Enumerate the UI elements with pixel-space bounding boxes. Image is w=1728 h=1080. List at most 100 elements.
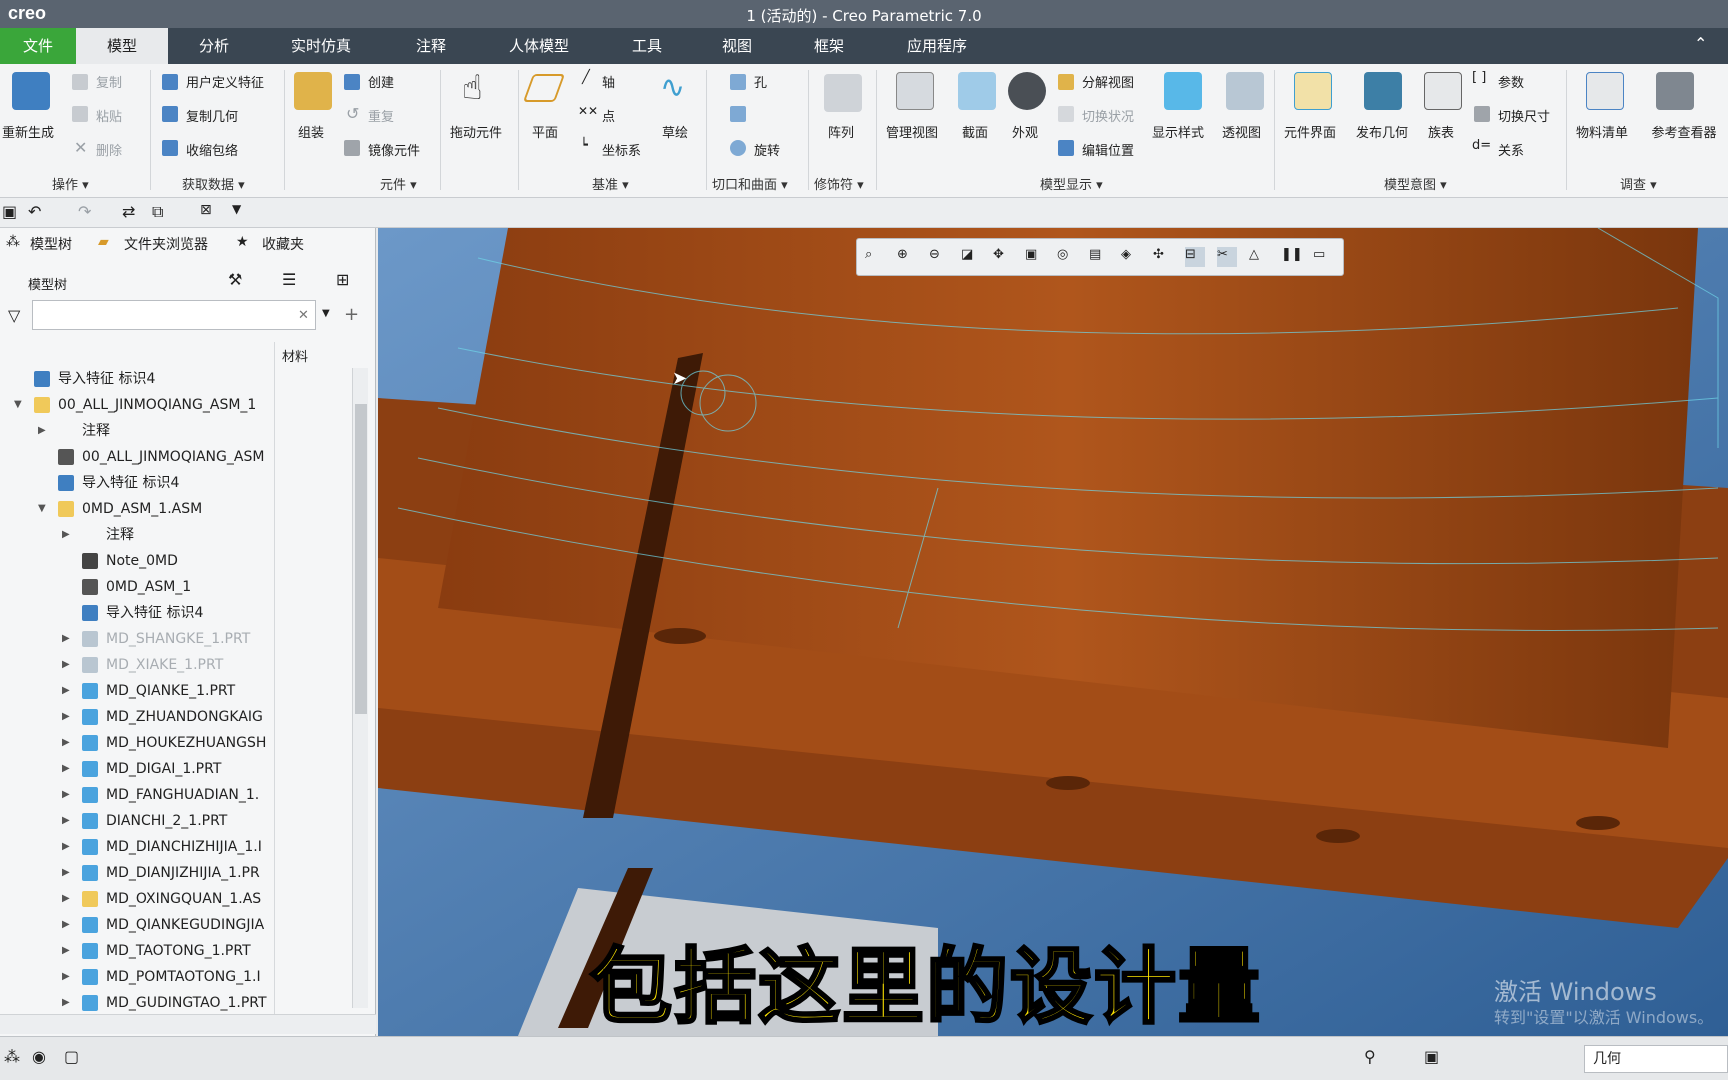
expand-arrow-icon[interactable]: ▶ bbox=[62, 808, 74, 834]
browser-toggle-icon[interactable]: ◉ bbox=[32, 1047, 46, 1066]
point-button[interactable]: 点 bbox=[602, 106, 615, 125]
close-window-icon[interactable]: ⊠ bbox=[200, 202, 212, 218]
tree-item[interactable]: ▶ MD_SHANGKE_1.PRT bbox=[0, 626, 350, 652]
expand-arrow-icon[interactable]: ▶ bbox=[38, 418, 50, 444]
customize-toolbar-icon[interactable]: ▼ bbox=[232, 202, 241, 216]
exploded-view-button[interactable]: 分解视图 bbox=[1082, 72, 1134, 91]
navigator-toggle-icon[interactable]: ⁂ bbox=[4, 1047, 20, 1066]
group-operations[interactable]: 操作 ▾ bbox=[52, 174, 89, 193]
tree-item[interactable]: ▶ MD_QIANKEGUDINGJIA bbox=[0, 912, 350, 938]
axis-button[interactable]: 轴 bbox=[602, 72, 615, 91]
find-icon[interactable]: ⚲ bbox=[1364, 1047, 1376, 1066]
perspective-icon[interactable]: ▤ bbox=[1089, 247, 1109, 267]
toggle-status-button[interactable]: 切换状况 bbox=[1082, 106, 1134, 125]
spin-icon[interactable]: △ bbox=[1249, 247, 1269, 267]
group-model-intent[interactable]: 模型意图 ▾ bbox=[1384, 174, 1447, 193]
expand-arrow-icon[interactable]: ▶ bbox=[62, 626, 74, 652]
expand-arrow-icon[interactable]: ▶ bbox=[62, 834, 74, 860]
expand-arrow-icon[interactable]: ▶ bbox=[62, 860, 74, 886]
switch-dimensions-button[interactable]: 切换尺寸 bbox=[1498, 106, 1550, 125]
tree-item[interactable]: ▶ 注释 bbox=[0, 522, 350, 548]
datum-display-icon[interactable]: ✣ bbox=[1153, 247, 1173, 267]
tab-framework[interactable]: 框架 bbox=[794, 28, 864, 64]
tab-manikin[interactable]: 人体模型 bbox=[496, 28, 582, 64]
expand-arrow-icon[interactable]: ▶ bbox=[62, 990, 74, 1016]
expand-arrow-icon[interactable]: ▶ bbox=[62, 678, 74, 704]
scrollbar-thumb[interactable] bbox=[355, 404, 367, 714]
manage-views-button[interactable]: 管理视图 bbox=[886, 122, 938, 141]
group-model-display[interactable]: 模型显示 ▾ bbox=[1040, 174, 1103, 193]
tree-item[interactable]: Note_0MD bbox=[0, 548, 350, 574]
tree-item[interactable]: 导入特征 标识4 bbox=[0, 366, 350, 392]
tab-analysis[interactable]: 分析 bbox=[178, 28, 250, 64]
group-cut-surface[interactable]: 切口和曲面 ▾ bbox=[712, 174, 788, 193]
tree-item[interactable]: ▶ MD_OXINGQUAN_1.AS bbox=[0, 886, 350, 912]
redo-icon[interactable]: ↷ bbox=[78, 202, 91, 221]
add-column-icon[interactable]: + bbox=[344, 304, 359, 325]
group-investigate[interactable]: 调查 ▾ bbox=[1620, 174, 1657, 193]
repeat-button[interactable]: 重复 bbox=[368, 106, 394, 125]
collapse-arrow-icon[interactable]: ▼ bbox=[38, 496, 50, 522]
sketch-button[interactable]: 草绘 bbox=[662, 122, 688, 141]
graphics-viewport[interactable]: ⌕ ⊕ ⊖ ◪ ✥ ▣ ◎ ▤ ◈ ✣ ⊟ ✂ △ ❚❚ ▭ ➤ bbox=[378, 228, 1728, 1036]
collapse-ribbon-icon[interactable]: ⌃ bbox=[1694, 34, 1707, 53]
revolve-button[interactable]: 旋转 bbox=[754, 140, 780, 159]
selection-filter[interactable]: 几何 bbox=[1584, 1045, 1728, 1073]
regenerate-button[interactable]: 重新生成 bbox=[2, 122, 54, 141]
tree-horizontal-scrollbar[interactable] bbox=[0, 1014, 376, 1034]
section-display-icon[interactable]: ✂ bbox=[1217, 247, 1237, 267]
tab-applications[interactable]: 应用程序 bbox=[892, 28, 982, 64]
tree-settings-icon[interactable]: ⚒ bbox=[228, 270, 242, 289]
tree-item[interactable]: ▶ MD_TAOTONG_1.PRT bbox=[0, 938, 350, 964]
expand-arrow-icon[interactable]: ▶ bbox=[62, 730, 74, 756]
edit-position-button[interactable]: 编辑位置 bbox=[1082, 140, 1134, 159]
tab-view[interactable]: 视图 bbox=[702, 28, 772, 64]
bill-of-materials-button[interactable]: 物料清单 bbox=[1576, 122, 1628, 141]
group-modifiers[interactable]: 修饰符 ▾ bbox=[814, 174, 864, 193]
repaint-icon[interactable]: ◪ bbox=[961, 247, 981, 267]
publish-geometry-button[interactable]: 发布几何 bbox=[1356, 122, 1408, 141]
group-datum[interactable]: 基准 ▾ bbox=[592, 174, 629, 193]
expand-arrow-icon[interactable]: ▶ bbox=[62, 652, 74, 678]
tree-item[interactable]: ▶ DIANCHI_2_1.PRT bbox=[0, 808, 350, 834]
pattern-button[interactable]: 阵列 bbox=[828, 122, 854, 141]
tree-item[interactable]: ▶ MD_XIAKE_1.PRT bbox=[0, 652, 350, 678]
saved-orientations-icon[interactable]: ▣ bbox=[1025, 247, 1045, 267]
reference-viewer-button[interactable]: 参考查看器 bbox=[1646, 122, 1722, 141]
expand-arrow-icon[interactable]: ▶ bbox=[62, 522, 74, 548]
group-get-data[interactable]: 获取数据 ▾ bbox=[182, 174, 245, 193]
copy-geometry-button[interactable]: 复制几何 bbox=[186, 106, 238, 125]
expand-arrow-icon[interactable]: ▶ bbox=[62, 704, 74, 730]
tab-folder-browser[interactable]: 文件夹浏览器 bbox=[124, 234, 208, 254]
selection-buffer-icon[interactable]: ▣ bbox=[1424, 1047, 1439, 1066]
tab-model[interactable]: 模型 bbox=[76, 28, 168, 64]
expand-arrow-icon[interactable]: ▶ bbox=[62, 756, 74, 782]
tree-item[interactable]: ▶ MD_ZHUANDONGKAIG bbox=[0, 704, 350, 730]
search-dropdown-icon[interactable]: ▼ bbox=[322, 308, 330, 319]
full-screen-icon[interactable]: ▢ bbox=[64, 1047, 79, 1066]
tree-item[interactable]: ▼ 00_ALL_JINMOQIANG_ASM_1 bbox=[0, 392, 350, 418]
csys-button[interactable]: 坐标系 bbox=[602, 140, 641, 159]
perspective-view-button[interactable]: 透视图 bbox=[1222, 122, 1261, 141]
refit-icon[interactable]: ⌕ bbox=[865, 247, 885, 267]
spin-center-icon[interactable]: ✥ bbox=[993, 247, 1013, 267]
tree-filters-icon[interactable]: ⊞ bbox=[336, 270, 349, 289]
clear-search-icon[interactable]: ✕ bbox=[298, 308, 309, 323]
section-button[interactable]: 截面 bbox=[962, 122, 988, 141]
show-menu-icon[interactable]: ☰ bbox=[282, 270, 296, 289]
create-button[interactable]: 创建 bbox=[368, 72, 394, 91]
tree-item[interactable]: ▶ MD_HOUKEZHUANGSH bbox=[0, 730, 350, 756]
mirror-component-button[interactable]: 镜像元件 bbox=[368, 140, 420, 159]
family-table-button[interactable]: 族表 bbox=[1428, 122, 1454, 141]
tree-item[interactable]: ▶ MD_POMTAOTONG_1.I bbox=[0, 964, 350, 990]
undo-icon[interactable]: ↶ bbox=[28, 202, 41, 221]
tree-item[interactable]: ▶ MD_DIGAI_1.PRT bbox=[0, 756, 350, 782]
delete-button[interactable]: 删除 bbox=[96, 140, 122, 159]
hole-button[interactable]: 孔 bbox=[754, 72, 767, 91]
zoom-in-icon[interactable]: ⊕ bbox=[897, 247, 917, 267]
plane-button[interactable]: 平面 bbox=[532, 122, 558, 141]
expand-arrow-icon[interactable]: ▶ bbox=[62, 886, 74, 912]
tab-annotate[interactable]: 注释 bbox=[396, 28, 466, 64]
parameters-button[interactable]: 参数 bbox=[1498, 72, 1524, 91]
pause-icon[interactable]: ❚❚ bbox=[1281, 247, 1303, 267]
